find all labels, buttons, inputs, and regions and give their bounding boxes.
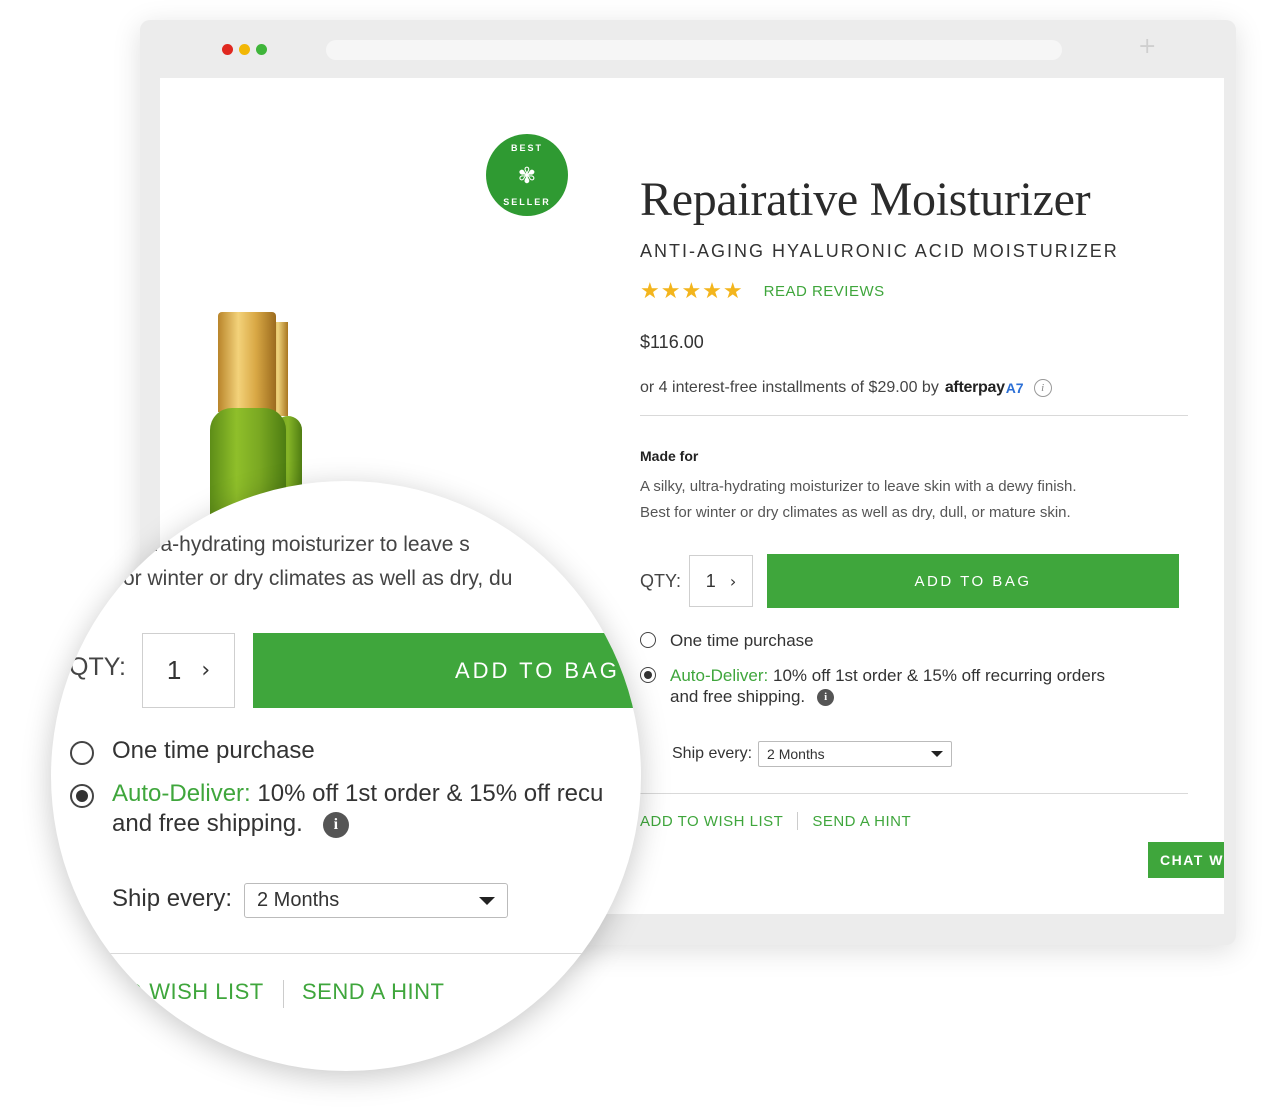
add-to-bag-button[interactable]: ADD TO BAG bbox=[767, 554, 1180, 608]
zoom-auto-deliver-line-2: and free shipping. i bbox=[112, 810, 349, 838]
divider bbox=[640, 415, 1188, 416]
product-info: Repairative Moisturizer ANTI-AGING HYALU… bbox=[640, 172, 1190, 830]
add-to-wish-list-link[interactable]: ADD TO WISH LIST bbox=[640, 813, 783, 830]
badge-top-text: BEST bbox=[510, 143, 543, 153]
zoom-description-line-1: ltra-hydrating moisturizer to leave s bbox=[143, 533, 470, 556]
product-description: A silky, ultra-hydrating moisturizer to … bbox=[640, 474, 1190, 526]
ship-every-row: Ship every: 2 Months bbox=[672, 741, 1190, 767]
zoom-one-time-label: One time purchase bbox=[112, 737, 315, 764]
afterpay-mark-icon: A7 bbox=[1005, 380, 1024, 396]
product-subtitle: ANTI-AGING HYALURONIC ACID MOISTURIZER bbox=[640, 241, 1119, 261]
description-line-1: A silky, ultra-hydrating moisturizer to … bbox=[640, 478, 1077, 495]
made-for-label: Made for bbox=[640, 448, 699, 464]
quantity-stepper[interactable]: 1 › bbox=[689, 555, 754, 607]
send-a-hint-link[interactable]: SEND A HINT bbox=[812, 813, 911, 830]
rating-row: ★★★★★ READ REVIEWS bbox=[640, 278, 1190, 304]
auto-deliver-offer: 10% off 1st order & 15% off recurring or… bbox=[773, 666, 1105, 685]
zoom-auto-deliver-offer-2: and free shipping. bbox=[112, 810, 303, 837]
zoom-auto-deliver-line: Auto-Deliver: 10% off 1st order & 15% of… bbox=[112, 780, 603, 808]
auto-deliver-label: Auto-Deliver: bbox=[670, 666, 769, 685]
afterpay-logo: afterpay bbox=[944, 379, 1005, 396]
star-rating-icon: ★★★★★ bbox=[640, 278, 744, 303]
link-separator bbox=[797, 812, 799, 830]
best-seller-badge: BEST ✾ SELLER bbox=[486, 134, 568, 216]
secondary-links: ADD TO WISH LIST SEND A HINT bbox=[640, 812, 1190, 830]
auto-deliver-option[interactable]: Auto-Deliver: 10% off 1st order & 15% of… bbox=[640, 665, 1190, 707]
afterpay-text: or 4 interest-free installments of $29.0… bbox=[640, 379, 939, 396]
info-icon[interactable]: i bbox=[1033, 379, 1052, 397]
caret-down-icon bbox=[479, 896, 495, 905]
zoom-description-line-2: or winter or dry climates as well as dry… bbox=[123, 567, 513, 590]
zoom-ship-every-select[interactable]: 2 Months bbox=[244, 883, 508, 918]
one-time-label: One time purchase bbox=[670, 631, 814, 650]
zoom-magnifier: ltra-hydrating moisturizer to leave s or… bbox=[51, 481, 641, 1071]
address-bar[interactable] bbox=[326, 40, 1062, 60]
one-time-purchase-option[interactable]: One time purchase bbox=[640, 630, 1190, 651]
price: $116.00 bbox=[640, 332, 704, 352]
zoom-ship-every-value: 2 Months bbox=[257, 889, 340, 911]
info-icon[interactable]: i bbox=[322, 811, 349, 838]
read-reviews-link[interactable]: READ REVIEWS bbox=[764, 283, 885, 300]
zoom-qty-label: QTY: bbox=[69, 653, 126, 681]
zoom-one-time-radio[interactable] bbox=[70, 741, 94, 765]
close-dot[interactable] bbox=[222, 44, 233, 55]
window-controls bbox=[222, 44, 267, 55]
qty-label: QTY: bbox=[640, 570, 682, 591]
zoom-auto-deliver-label: Auto-Deliver: bbox=[112, 780, 251, 807]
new-tab-icon[interactable]: + bbox=[1138, 34, 1156, 59]
auto-deliver-radio[interactable] bbox=[640, 667, 656, 683]
badge-bottom-text: SELLER bbox=[503, 197, 551, 207]
zoom-send-a-hint-link[interactable]: SEND A HINT bbox=[302, 979, 444, 1005]
chevron-right-icon[interactable]: › bbox=[730, 572, 736, 591]
qty-value: 1 bbox=[705, 570, 716, 591]
divider bbox=[640, 793, 1188, 794]
chat-button[interactable]: CHAT W bbox=[1148, 842, 1224, 878]
zoom-auto-deliver-radio[interactable] bbox=[70, 784, 94, 808]
one-time-radio[interactable] bbox=[640, 632, 656, 648]
chevron-right-icon[interactable]: › bbox=[201, 658, 210, 683]
auto-deliver-text: Auto-Deliver: 10% off 1st order & 15% of… bbox=[670, 665, 1105, 707]
ship-every-label: Ship every: bbox=[672, 745, 753, 762]
minimize-dot[interactable] bbox=[239, 44, 250, 55]
zoom-wish-list-link[interactable]: O WISH LIST bbox=[125, 979, 264, 1005]
zoom-add-to-bag-button[interactable]: ADD TO BAG bbox=[253, 633, 641, 708]
quantity-row: QTY: 1 › ADD TO BAG bbox=[640, 554, 1190, 608]
caret-down-icon bbox=[931, 751, 944, 757]
zoom-auto-deliver-offer: 10% off 1st order & 15% off recu bbox=[257, 780, 604, 807]
ship-every-value: 2 Months bbox=[767, 746, 825, 762]
ship-every-select[interactable]: 2 Months bbox=[758, 741, 953, 767]
zoom-ship-every-label: Ship every: bbox=[112, 885, 233, 912]
zoom-link-separator bbox=[283, 980, 284, 1008]
bottle-cap bbox=[218, 312, 276, 412]
description-line-2: Best for winter or dry climates as well … bbox=[640, 504, 1071, 521]
palm-trees-icon: ✾ bbox=[517, 162, 537, 188]
zoom-qty-value: 1 bbox=[166, 655, 182, 685]
maximize-dot[interactable] bbox=[256, 44, 267, 55]
info-icon[interactable]: i bbox=[817, 689, 835, 707]
afterpay-row: or 4 interest-free installments of $29.0… bbox=[640, 379, 1190, 397]
zoom-quantity-stepper[interactable]: 1 › bbox=[142, 633, 235, 708]
zoom-divider bbox=[51, 953, 641, 954]
auto-deliver-offer-2: and free shipping. bbox=[670, 687, 806, 706]
product-title: Repairative Moisturizer bbox=[640, 173, 1091, 226]
